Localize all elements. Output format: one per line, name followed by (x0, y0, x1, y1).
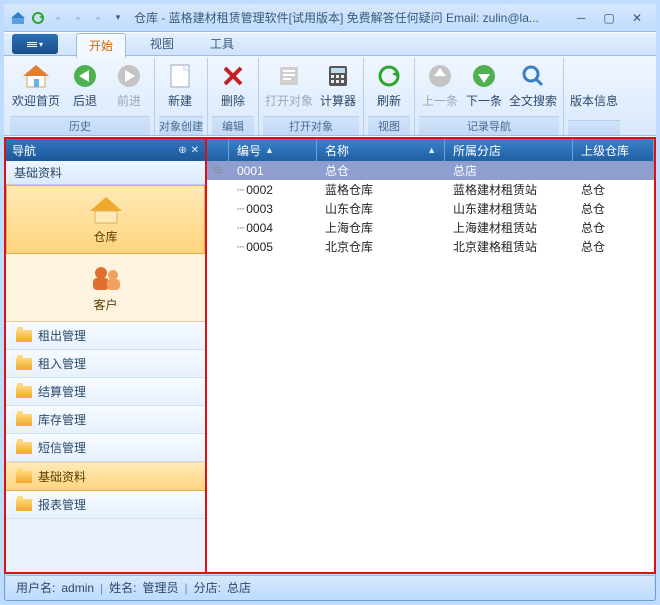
sidebar-item-basicdata[interactable]: 基础资料 (6, 462, 205, 491)
sidebar-feature-warehouse[interactable]: 仓库 (6, 185, 205, 254)
calculator-button[interactable]: 计算器 (317, 60, 359, 116)
table-row[interactable]: ┄0003 山东仓库 山东建材租赁站 总仓 (207, 199, 654, 218)
house-icon (88, 194, 124, 226)
sidebar-item-inventory[interactable]: 库存管理 (6, 406, 205, 434)
qat-dot1-icon[interactable]: ◦ (50, 10, 66, 26)
folder-icon (16, 471, 32, 483)
status-name-value: 管理员 (143, 579, 179, 596)
col-expand[interactable] (207, 139, 229, 161)
table-row[interactable]: ⊟ 0001 总仓 总店 (207, 161, 654, 180)
status-user-value: admin (61, 581, 94, 595)
qat-dropdown-icon[interactable]: ▾ (110, 10, 126, 26)
table-row[interactable]: ┄0004 上海仓库 上海建材租赁站 总仓 (207, 218, 654, 237)
refresh-qat-icon[interactable] (30, 10, 46, 26)
folder-icon (16, 358, 32, 370)
close-button[interactable]: ✕ (624, 9, 650, 27)
new-button[interactable]: 新建 (159, 60, 201, 116)
sidebar-item-reports[interactable]: 报表管理 (6, 491, 205, 519)
qat-dot3-icon[interactable]: ◦ (90, 10, 106, 26)
tab-tools[interactable]: 工具 (198, 32, 246, 57)
sidebar: 导航 ⊕ ✕ 基础资料 仓库 客户 租出管理 租入管理 结算管理 库存管理 短信… (4, 137, 207, 574)
sidebar-header: 导航 ⊕ ✕ (6, 139, 205, 161)
grid-header: 编号▲ 名称▲ 所属分店 上级仓库 (207, 139, 654, 161)
group-open-label: 打开对象 (263, 116, 359, 135)
fulltext-search-button[interactable]: 全文搜索 (507, 60, 559, 116)
sidebar-feature-customer[interactable]: 客户 (6, 254, 205, 322)
tab-bar: ▾ 开始 视图 工具 (4, 32, 656, 56)
sidebar-items: 租出管理 租入管理 结算管理 库存管理 短信管理 基础资料 报表管理 (6, 322, 205, 572)
folder-icon (16, 330, 32, 342)
version-info-button[interactable]: 版本信息 (568, 60, 620, 120)
tab-start[interactable]: 开始 (76, 33, 126, 58)
people-icon (88, 262, 124, 294)
status-user-label: 用户名: (16, 579, 55, 596)
group-view-label: 视图 (368, 116, 410, 135)
col-branch[interactable]: 所属分店 (445, 139, 573, 161)
welcome-home-button[interactable]: 欢迎首页 (10, 60, 62, 116)
folder-icon (16, 442, 32, 454)
sidebar-section-label: 基础资料 (6, 161, 205, 185)
status-branch-label: 分店: (194, 579, 221, 596)
ribbon: 欢迎首页 后退 前进 历史 新建 对象创建 删除 编辑 打开对象 计算器 打开对… (4, 56, 656, 136)
sort-asc-icon: ▲ (427, 145, 436, 155)
sort-asc-icon: ▲ (265, 145, 274, 155)
sidebar-item-sms[interactable]: 短信管理 (6, 434, 205, 462)
folder-icon (16, 386, 32, 398)
open-object-button[interactable]: 打开对象 (263, 60, 315, 116)
prev-record-button[interactable]: 上一条 (419, 60, 461, 116)
delete-button[interactable]: 删除 (212, 60, 254, 116)
next-record-button[interactable]: 下一条 (463, 60, 505, 116)
back-button[interactable]: 后退 (64, 60, 106, 116)
folder-icon (16, 414, 32, 426)
col-name[interactable]: 名称▲ (317, 139, 445, 161)
forward-button[interactable]: 前进 (108, 60, 150, 116)
col-id[interactable]: 编号▲ (229, 139, 317, 161)
title-bar: ◦ ◦ ◦ ▾ 仓库 - 蓝格建材租赁管理软件[试用版本] 免费解答任何疑问 E… (4, 4, 656, 32)
group-create-label: 对象创建 (159, 116, 203, 135)
sidebar-close-icon[interactable]: ✕ (191, 145, 199, 156)
status-bar: 用户名: admin | 姓名: 管理员 | 分店: 总店 (6, 575, 654, 599)
data-grid: 编号▲ 名称▲ 所属分店 上级仓库 ⊟ 0001 总仓 总店 ┄0002 蓝格仓… (207, 137, 656, 574)
sidebar-title: 导航 (12, 142, 36, 159)
app-menu-button[interactable]: ▾ (12, 34, 58, 54)
group-history-label: 历史 (10, 116, 150, 135)
tab-view[interactable]: 视图 (138, 32, 186, 57)
col-parent[interactable]: 上级仓库 (573, 139, 654, 161)
pin-icon[interactable]: ⊕ (178, 145, 186, 156)
sidebar-item-rentout[interactable]: 租出管理 (6, 322, 205, 350)
sidebar-item-rentin[interactable]: 租入管理 (6, 350, 205, 378)
minimize-button[interactable]: ─ (568, 9, 594, 27)
table-row[interactable]: ┄0005 北京仓库 北京建格租赁站 总仓 (207, 237, 654, 256)
window-title: 仓库 - 蓝格建材租赁管理软件[试用版本] 免费解答任何疑问 Email: zu… (134, 9, 568, 26)
home-icon[interactable] (10, 10, 26, 26)
sidebar-item-settlement[interactable]: 结算管理 (6, 378, 205, 406)
status-branch-value: 总店 (227, 579, 251, 596)
qat-dot2-icon[interactable]: ◦ (70, 10, 86, 26)
group-edit-label: 编辑 (212, 116, 254, 135)
collapse-icon[interactable]: ⊟ (207, 165, 229, 176)
maximize-button[interactable]: ▢ (596, 9, 622, 27)
group-nav-label: 记录导航 (419, 116, 559, 135)
refresh-button[interactable]: 刷新 (368, 60, 410, 116)
table-row[interactable]: ┄0002 蓝格仓库 蓝格建材租赁站 总仓 (207, 180, 654, 199)
folder-icon (16, 499, 32, 511)
status-name-label: 姓名: (109, 579, 136, 596)
